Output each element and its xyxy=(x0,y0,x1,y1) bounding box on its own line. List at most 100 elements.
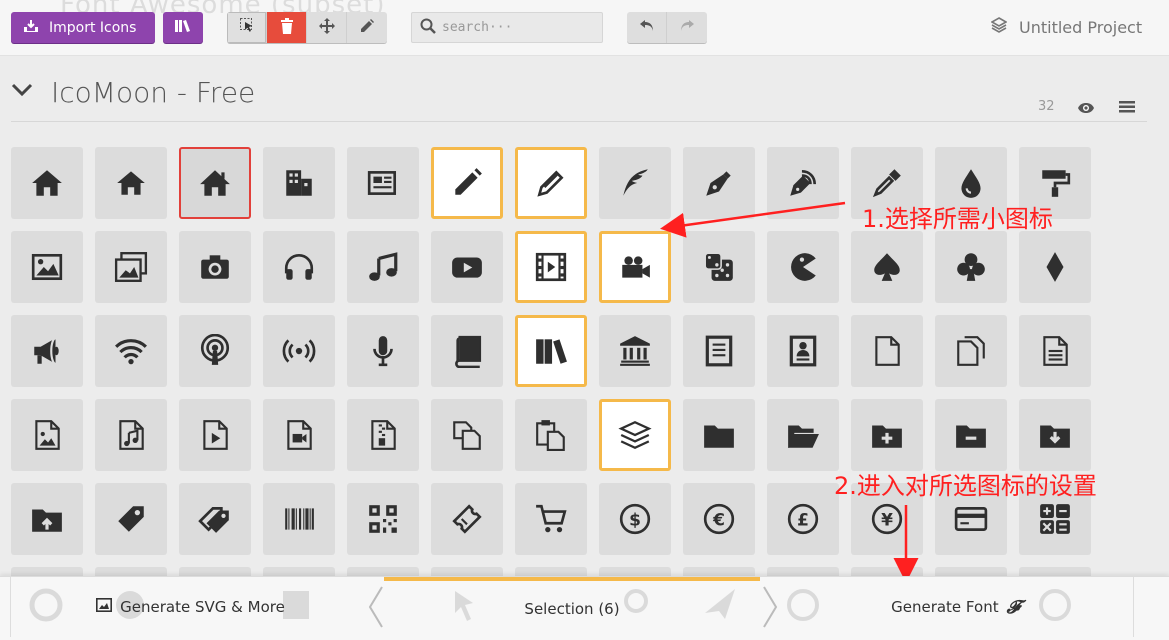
icon-set-header: IcoMoon - Free 32 xyxy=(11,70,1147,122)
icon-cell[interactable] xyxy=(599,147,671,219)
icon-cell[interactable]: £ xyxy=(767,483,839,555)
paste-icon xyxy=(534,418,568,452)
icon-cell[interactable] xyxy=(11,231,83,303)
home3-icon xyxy=(198,166,232,200)
icon-cell[interactable] xyxy=(263,399,335,471)
icon-cell[interactable] xyxy=(1019,315,1091,387)
coin-pound-icon: £ xyxy=(786,502,820,536)
icon-cell[interactable] xyxy=(515,231,587,303)
icon-cell[interactable] xyxy=(767,399,839,471)
icon-set-title: IcoMoon - Free xyxy=(51,76,256,109)
icon-cell[interactable] xyxy=(347,399,419,471)
icon-cell[interactable] xyxy=(851,399,923,471)
icon-cell[interactable] xyxy=(1019,399,1091,471)
icon-cell[interactable] xyxy=(179,483,251,555)
generate-font-label: Generate Font xyxy=(891,598,999,616)
library-button[interactable] xyxy=(163,12,203,43)
qrcode-icon xyxy=(366,502,400,536)
pencil2-icon xyxy=(534,166,568,200)
icon-cell[interactable] xyxy=(599,231,671,303)
icon-cell[interactable] xyxy=(11,399,83,471)
icon-cell[interactable] xyxy=(179,315,251,387)
icon-cell[interactable] xyxy=(515,315,587,387)
icon-cell[interactable] xyxy=(179,399,251,471)
select-tool-button[interactable] xyxy=(227,12,267,43)
icon-cell[interactable] xyxy=(11,315,83,387)
eye-icon[interactable] xyxy=(1077,99,1095,118)
icon-cell[interactable] xyxy=(95,231,167,303)
pencil-icon xyxy=(359,18,375,38)
icon-cell[interactable] xyxy=(347,231,419,303)
coin-dollar-icon: $ xyxy=(618,502,652,536)
droplet-icon xyxy=(954,166,988,200)
icon-cell[interactable] xyxy=(179,231,251,303)
undo-button[interactable] xyxy=(627,12,667,43)
folder-upload-icon xyxy=(30,502,64,536)
icon-cell[interactable] xyxy=(263,315,335,387)
icon-cell[interactable] xyxy=(767,147,839,219)
selection-right-chevron-icon xyxy=(762,585,778,633)
icon-cell[interactable] xyxy=(851,315,923,387)
icon-cell[interactable] xyxy=(683,399,755,471)
selection-tab[interactable]: Selection (6) xyxy=(384,577,760,637)
font-f-icon: 𝓕 xyxy=(1006,596,1020,618)
film-icon xyxy=(534,250,568,284)
icon-cell[interactable] xyxy=(95,483,167,555)
icon-cell[interactable] xyxy=(263,231,335,303)
icon-cell[interactable] xyxy=(599,315,671,387)
icon-cell[interactable] xyxy=(347,147,419,219)
icon-cell[interactable] xyxy=(95,147,167,219)
project-menu[interactable]: Untitled Project xyxy=(990,17,1142,37)
import-icons-button[interactable]: Import Icons xyxy=(11,12,155,43)
podcast-icon xyxy=(198,334,232,368)
book-icon xyxy=(450,334,484,368)
search-box[interactable] xyxy=(411,12,603,43)
icon-cell[interactable] xyxy=(347,315,419,387)
generate-svg-button[interactable]: Generate SVG & More xyxy=(10,577,370,637)
icon-cell[interactable] xyxy=(431,315,503,387)
icon-cell[interactable] xyxy=(767,315,839,387)
icon-cell[interactable] xyxy=(767,231,839,303)
icon-cell[interactable]: $ xyxy=(599,483,671,555)
icon-cell[interactable]: € xyxy=(683,483,755,555)
icon-cell[interactable] xyxy=(935,315,1007,387)
edit-tool-button[interactable] xyxy=(347,12,387,43)
icon-cell[interactable] xyxy=(935,399,1007,471)
move-tool-button[interactable] xyxy=(307,12,347,43)
icon-cell[interactable] xyxy=(431,147,503,219)
icon-cell[interactable] xyxy=(683,147,755,219)
icon-cell[interactable] xyxy=(431,231,503,303)
eyedropper-icon xyxy=(870,166,904,200)
icon-cell[interactable] xyxy=(95,399,167,471)
icon-cell[interactable] xyxy=(515,399,587,471)
icon-cell[interactable] xyxy=(683,315,755,387)
icon-cell[interactable] xyxy=(431,483,503,555)
icon-cell[interactable] xyxy=(935,231,1007,303)
hamburger-menu-icon[interactable] xyxy=(1119,98,1135,117)
cursor-icon xyxy=(239,17,254,38)
search-input[interactable] xyxy=(442,20,592,35)
icon-cell[interactable] xyxy=(263,147,335,219)
icon-cell[interactable] xyxy=(683,231,755,303)
chevron-down-icon[interactable] xyxy=(11,82,33,101)
icon-cell[interactable] xyxy=(1019,231,1091,303)
video-camera-icon xyxy=(618,250,652,284)
icon-cell[interactable] xyxy=(11,147,83,219)
cart-icon xyxy=(534,502,568,536)
icon-cell[interactable] xyxy=(263,483,335,555)
icon-cell[interactable] xyxy=(515,483,587,555)
generate-font-button[interactable]: Generate Font 𝓕 xyxy=(778,577,1134,637)
icon-cell[interactable] xyxy=(347,483,419,555)
redo-button[interactable] xyxy=(667,12,707,43)
icon-cell[interactable] xyxy=(11,483,83,555)
icon-cell[interactable] xyxy=(851,231,923,303)
icon-cell[interactable] xyxy=(179,147,251,219)
icon-cell[interactable] xyxy=(95,315,167,387)
icon-cell[interactable] xyxy=(431,399,503,471)
home2-icon xyxy=(114,166,148,200)
icon-cell[interactable] xyxy=(599,399,671,471)
image-icon xyxy=(96,598,113,616)
folder-download-icon xyxy=(1038,418,1072,452)
delete-tool-button[interactable] xyxy=(267,12,307,43)
icon-cell[interactable] xyxy=(515,147,587,219)
